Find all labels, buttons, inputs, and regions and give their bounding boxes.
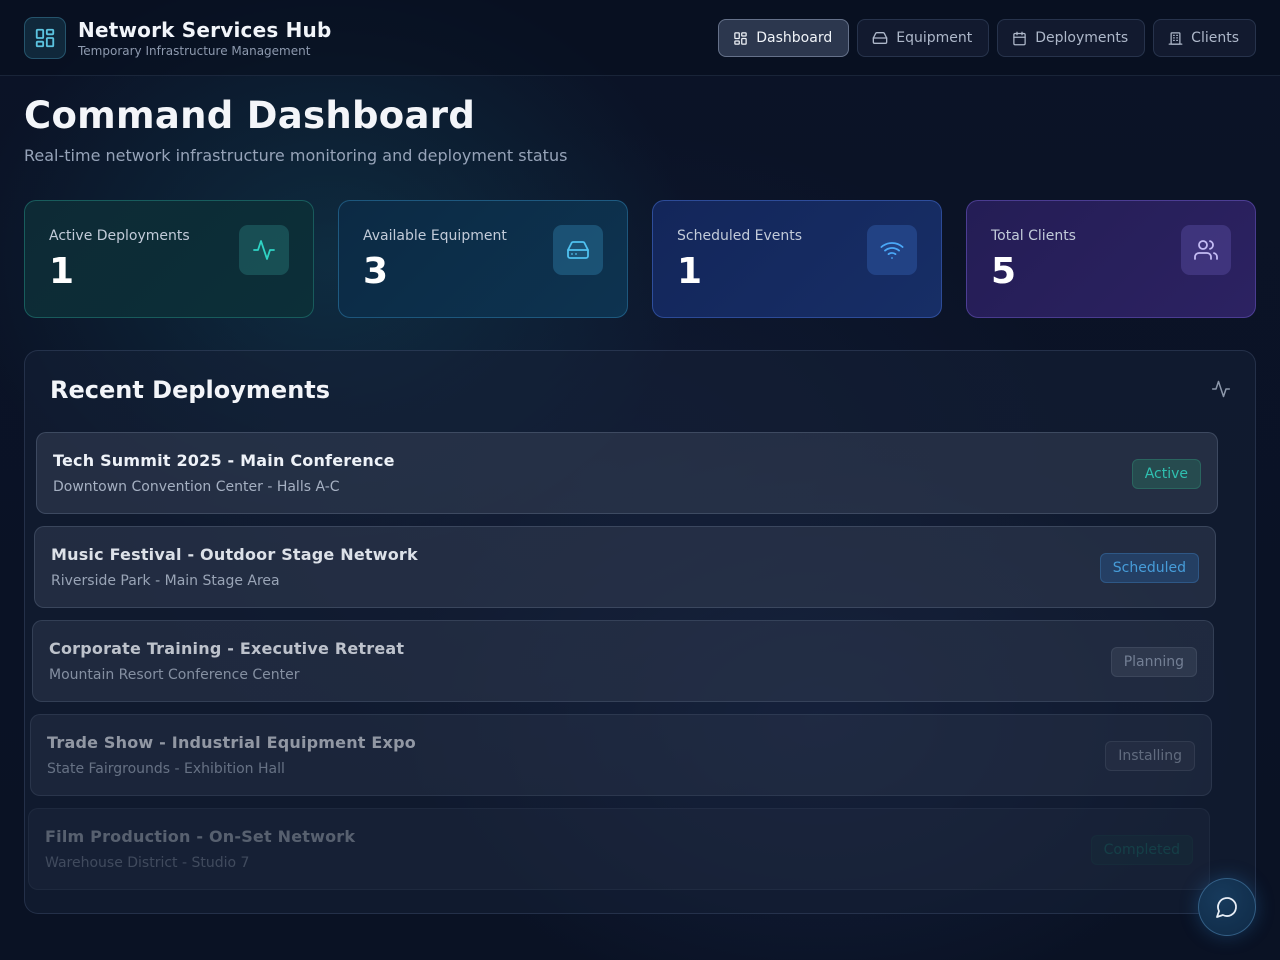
nav-deployments[interactable]: Deployments <box>997 19 1146 57</box>
nav-label: Dashboard <box>756 30 833 46</box>
stat-card-total-clients: Total Clients 5 <box>966 200 1256 318</box>
deployment-name: Corporate Training - Executive Retreat <box>49 639 405 658</box>
deployment-location: Riverside Park - Main Stage Area <box>51 573 280 589</box>
nav-label: Equipment <box>896 30 973 46</box>
main-nav: Dashboard Equipment Deployments Clients <box>718 19 1256 57</box>
stat-value: 1 <box>49 251 75 292</box>
deployment-name: Music Festival - Outdoor Stage Network <box>51 545 418 564</box>
deployment-name: Tech Summit 2025 - Main Conference <box>53 451 395 470</box>
status-badge: Scheduled <box>1099 553 1199 583</box>
deployment-item[interactable]: Music Festival - Outdoor Stage Network R… <box>34 526 1216 608</box>
building-icon <box>1168 31 1183 45</box>
app-subtitle: Temporary Infrastructure Management <box>78 44 311 58</box>
status-badge: Active <box>1131 459 1201 489</box>
nav-equipment[interactable]: Equipment <box>857 19 990 57</box>
grid-icon <box>35 28 55 48</box>
status-badge: Completed <box>1090 835 1193 865</box>
logo <box>24 17 66 59</box>
wifi-icon <box>880 242 904 259</box>
recent-deployments-panel: Recent Deployments Tech Summit 2025 - Ma… <box>24 350 1256 914</box>
stat-icon-box <box>1181 225 1231 275</box>
stat-label: Scheduled Events <box>677 228 803 244</box>
nav-clients[interactable]: Clients <box>1153 19 1256 57</box>
activity-icon <box>253 240 275 260</box>
deployment-location: Warehouse District - Studio 7 <box>45 855 250 871</box>
stat-card-available-equipment: Available Equipment 3 <box>338 200 628 318</box>
chat-button[interactable] <box>1198 878 1256 936</box>
hard-drive-icon <box>567 241 589 259</box>
nav-dashboard[interactable]: Dashboard <box>718 19 850 57</box>
deployment-location: Mountain Resort Conference Center <box>49 667 300 683</box>
calendar-icon <box>1013 31 1026 45</box>
deployment-location: Downtown Convention Center - Halls A-C <box>53 479 340 495</box>
stat-label: Active Deployments <box>49 228 190 244</box>
stat-icon-box <box>867 225 917 275</box>
hard-drive-icon <box>872 31 888 44</box>
app-title: Network Services Hub <box>78 18 332 42</box>
stat-card-active-deployments: Active Deployments 1 <box>24 200 314 318</box>
message-circle-icon <box>1216 897 1237 918</box>
stat-value: 1 <box>677 251 703 292</box>
grid-icon <box>734 31 748 45</box>
deployment-location: State Fairgrounds - Exhibition Hall <box>47 761 285 777</box>
nav-label: Deployments <box>1035 30 1129 46</box>
page-subtitle: Real-time network infrastructure monitor… <box>24 146 568 165</box>
top-bar: Network Services Hub Temporary Infrastru… <box>0 0 1280 76</box>
status-badge: Planning <box>1110 647 1197 677</box>
activity-icon <box>1211 380 1231 398</box>
stat-card-scheduled-events: Scheduled Events 1 <box>652 200 942 318</box>
deployment-name: Trade Show - Industrial Equipment Expo <box>47 733 416 752</box>
stat-icon-box <box>239 225 289 275</box>
panel-icon <box>1211 379 1231 403</box>
users-icon <box>1194 240 1218 260</box>
stat-icon-box <box>553 225 603 275</box>
deployment-item[interactable]: Trade Show - Industrial Equipment Expo S… <box>30 714 1212 796</box>
deployment-item[interactable]: Film Production - On-Set Network Warehou… <box>28 808 1210 890</box>
stat-value: 5 <box>991 251 1017 292</box>
stat-label: Available Equipment <box>363 228 507 244</box>
deployment-item[interactable]: Tech Summit 2025 - Main Conference Downt… <box>36 432 1218 514</box>
deployment-item[interactable]: Corporate Training - Executive Retreat M… <box>32 620 1214 702</box>
page-title: Command Dashboard <box>24 94 476 137</box>
status-badge: Installing <box>1105 741 1195 771</box>
stat-value: 3 <box>363 251 389 292</box>
nav-label: Clients <box>1191 30 1239 46</box>
stat-label: Total Clients <box>991 228 1076 244</box>
deployment-name: Film Production - On-Set Network <box>45 827 356 846</box>
panel-title: Recent Deployments <box>50 376 331 404</box>
